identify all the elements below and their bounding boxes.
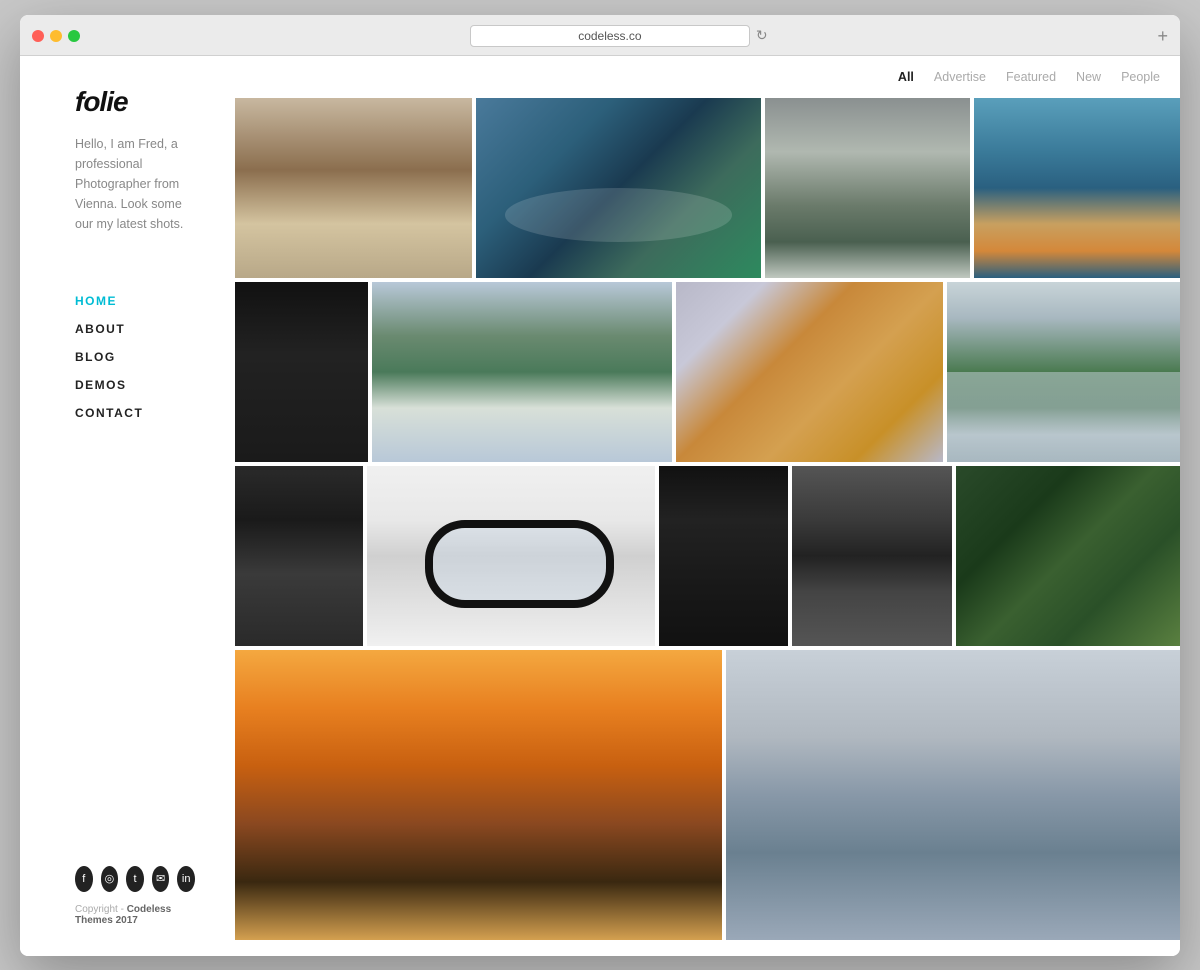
site-logo: folie bbox=[75, 86, 195, 118]
photo-forest[interactable] bbox=[956, 466, 1180, 646]
facebook-icon[interactable]: f bbox=[75, 866, 93, 892]
photo-lake[interactable] bbox=[372, 282, 672, 462]
photo-coast[interactable] bbox=[476, 98, 761, 278]
browser-chrome: codeless.co ↻ + bbox=[20, 15, 1180, 56]
photo-mist[interactable] bbox=[765, 98, 971, 278]
grid-row-3 bbox=[235, 466, 1180, 646]
url-input[interactable]: codeless.co bbox=[470, 25, 750, 47]
filter-bar: All Advertise Featured New People bbox=[235, 56, 1180, 98]
photo-portrait[interactable] bbox=[659, 466, 787, 646]
navigation-menu: HOME ABOUT BLOG DEMOS CONTACT bbox=[75, 294, 195, 420]
nav-about[interactable]: ABOUT bbox=[75, 322, 195, 336]
filter-new[interactable]: New bbox=[1076, 70, 1101, 84]
fullscreen-button[interactable] bbox=[68, 30, 80, 42]
minimize-button[interactable] bbox=[50, 30, 62, 42]
close-button[interactable] bbox=[32, 30, 44, 42]
nav-demos[interactable]: DEMOS bbox=[75, 378, 195, 392]
site-description: Hello, I am Fred, a professional Photogr… bbox=[75, 134, 195, 234]
filter-advertise[interactable]: Advertise bbox=[934, 70, 986, 84]
email-icon[interactable]: ✉ bbox=[152, 866, 170, 892]
traffic-lights bbox=[32, 30, 80, 42]
reload-icon[interactable]: ↻ bbox=[756, 27, 768, 44]
instagram-icon[interactable]: ◎ bbox=[101, 866, 119, 892]
photo-wolf[interactable] bbox=[792, 466, 952, 646]
filter-featured[interactable]: Featured bbox=[1006, 70, 1056, 84]
photo-sunset-man[interactable] bbox=[235, 650, 722, 940]
address-bar: codeless.co ↻ bbox=[88, 25, 1149, 47]
nav-contact[interactable]: CONTACT bbox=[75, 406, 195, 420]
nav-home[interactable]: HOME bbox=[75, 294, 195, 308]
photo-person[interactable] bbox=[235, 282, 368, 462]
new-tab-button[interactable]: + bbox=[1157, 27, 1168, 45]
photo-grid bbox=[235, 98, 1180, 940]
nav-blog[interactable]: BLOG bbox=[75, 350, 195, 364]
grid-row-2 bbox=[235, 282, 1180, 462]
copyright-text: Copyright - Codeless Themes 2017 bbox=[75, 904, 195, 926]
filter-all[interactable]: All bbox=[898, 70, 914, 84]
main-content: All Advertise Featured New People bbox=[235, 56, 1180, 956]
photo-golden-gate[interactable] bbox=[974, 98, 1180, 278]
photo-foxes[interactable] bbox=[676, 282, 943, 462]
photo-mountain[interactable] bbox=[947, 282, 1180, 462]
photo-desert[interactable] bbox=[235, 98, 472, 278]
social-icons: f ◎ t ✉ in bbox=[75, 866, 195, 892]
grid-row-4 bbox=[235, 650, 1180, 940]
twitter-icon[interactable]: t bbox=[126, 866, 144, 892]
photo-cocktail[interactable] bbox=[235, 466, 363, 646]
browser-window: codeless.co ↻ + folie Hello, I am Fred, … bbox=[20, 15, 1180, 956]
linkedin-icon[interactable]: in bbox=[177, 866, 195, 892]
photo-bridge-aerial[interactable] bbox=[726, 650, 1180, 940]
grid-row-1 bbox=[235, 98, 1180, 278]
photo-glasses[interactable] bbox=[367, 466, 655, 646]
filter-people[interactable]: People bbox=[1121, 70, 1160, 84]
site-wrapper: folie Hello, I am Fred, a professional P… bbox=[20, 56, 1180, 956]
sidebar: folie Hello, I am Fred, a professional P… bbox=[20, 56, 235, 956]
